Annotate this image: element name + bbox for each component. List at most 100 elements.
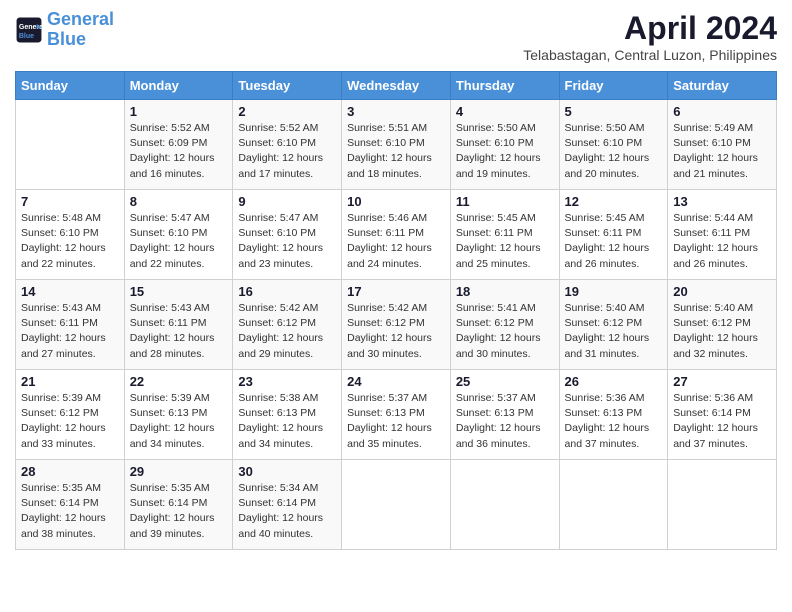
day-number: 6 (673, 104, 771, 119)
day-info: Sunrise: 5:39 AMSunset: 6:13 PMDaylight:… (130, 391, 228, 452)
logo-blue: Blue (47, 29, 86, 49)
weekday-row: SundayMondayTuesdayWednesdayThursdayFrid… (16, 72, 777, 100)
day-info: Sunrise: 5:43 AMSunset: 6:11 PMDaylight:… (21, 301, 119, 362)
calendar-cell: 2Sunrise: 5:52 AMSunset: 6:10 PMDaylight… (233, 100, 342, 190)
day-number: 24 (347, 374, 445, 389)
day-number: 26 (565, 374, 663, 389)
day-number: 2 (238, 104, 336, 119)
day-info: Sunrise: 5:36 AMSunset: 6:14 PMDaylight:… (673, 391, 771, 452)
weekday-header-friday: Friday (559, 72, 668, 100)
calendar-cell: 30 Sunrise: 5:34 AMSunset: 6:14 PMDayligh… (233, 460, 342, 550)
day-info: Sunrise: 5:41 AMSunset: 6:12 PMDaylight:… (456, 301, 554, 362)
calendar-cell: 1Sunrise: 5:52 AMSunset: 6:09 PMDaylight… (124, 100, 233, 190)
day-info: Sunrise: 5:48 AMSunset: 6:10 PMDaylight:… (21, 211, 119, 272)
calendar-week-3: 14Sunrise: 5:43 AMSunset: 6:11 PMDayligh… (16, 280, 777, 370)
logo-icon: General Blue (15, 16, 43, 44)
weekday-header-sunday: Sunday (16, 72, 125, 100)
day-info: Sunrise: 5:50 AMSunset: 6:10 PMDaylight:… (456, 121, 554, 182)
day-number: 11 (456, 194, 554, 209)
day-info: Sunrise: 5:45 AMSunset: 6:11 PMDaylight:… (456, 211, 554, 272)
calendar-cell: 28 Sunrise: 5:35 AMSunset: 6:14 PMDayligh… (16, 460, 125, 550)
day-number: 5 (565, 104, 663, 119)
calendar-week-2: 7 Sunrise: 5:48 AMSunset: 6:10 PMDaylight… (16, 190, 777, 280)
day-info: Sunrise: 5:37 AMSunset: 6:13 PMDaylight:… (347, 391, 445, 452)
calendar-cell: 9Sunrise: 5:47 AMSunset: 6:10 PMDaylight… (233, 190, 342, 280)
day-number: 25 (456, 374, 554, 389)
calendar-cell: 5 Sunrise: 5:50 AMSunset: 6:10 PMDaylight… (559, 100, 668, 190)
calendar-cell (450, 460, 559, 550)
calendar-cell: 7 Sunrise: 5:48 AMSunset: 6:10 PMDaylight… (16, 190, 125, 280)
day-info: Sunrise: 5:47 AMSunset: 6:10 PMDaylight:… (238, 211, 336, 272)
calendar-cell: 6 Sunrise: 5:49 AMSunset: 6:10 PMDaylight… (668, 100, 777, 190)
day-info: Sunrise: 5:35 AMSunset: 6:14 PMDaylight:… (21, 481, 119, 542)
day-info: Sunrise: 5:42 AMSunset: 6:12 PMDaylight:… (238, 301, 336, 362)
calendar-header: SundayMondayTuesdayWednesdayThursdayFrid… (16, 72, 777, 100)
day-number: 22 (130, 374, 228, 389)
day-number: 27 (673, 374, 771, 389)
weekday-header-saturday: Saturday (668, 72, 777, 100)
day-number: 7 (21, 194, 119, 209)
calendar-week-5: 28 Sunrise: 5:35 AMSunset: 6:14 PMDayligh… (16, 460, 777, 550)
day-number: 15 (130, 284, 228, 299)
calendar-week-1: 1Sunrise: 5:52 AMSunset: 6:09 PMDaylight… (16, 100, 777, 190)
calendar-cell: 19 Sunrise: 5:40 AMSunset: 6:12 PMDayligh… (559, 280, 668, 370)
calendar-cell: 20 Sunrise: 5:40 AMSunset: 6:12 PMDayligh… (668, 280, 777, 370)
day-number: 16 (238, 284, 336, 299)
day-info: Sunrise: 5:39 AMSunset: 6:12 PMDaylight:… (21, 391, 119, 452)
calendar-cell (668, 460, 777, 550)
day-info: Sunrise: 5:49 AMSunset: 6:10 PMDaylight:… (673, 121, 771, 182)
weekday-header-tuesday: Tuesday (233, 72, 342, 100)
day-info: Sunrise: 5:34 AMSunset: 6:14 PMDaylight:… (238, 481, 336, 542)
calendar-week-4: 21 Sunrise: 5:39 AMSunset: 6:12 PMDayligh… (16, 370, 777, 460)
weekday-header-wednesday: Wednesday (342, 72, 451, 100)
day-info: Sunrise: 5:46 AMSunset: 6:11 PMDaylight:… (347, 211, 445, 272)
calendar-cell: 3Sunrise: 5:51 AMSunset: 6:10 PMDaylight… (342, 100, 451, 190)
page-title: April 2024 (523, 10, 777, 47)
day-info: Sunrise: 5:42 AMSunset: 6:12 PMDaylight:… (347, 301, 445, 362)
day-info: Sunrise: 5:51 AMSunset: 6:10 PMDaylight:… (347, 121, 445, 182)
title-block: April 2024 Telabastagan, Central Luzon, … (523, 10, 777, 63)
day-info: Sunrise: 5:37 AMSunset: 6:13 PMDaylight:… (456, 391, 554, 452)
calendar-cell: 22 Sunrise: 5:39 AMSunset: 6:13 PMDayligh… (124, 370, 233, 460)
day-number: 21 (21, 374, 119, 389)
weekday-header-thursday: Thursday (450, 72, 559, 100)
day-number: 28 (21, 464, 119, 479)
calendar-cell (559, 460, 668, 550)
day-info: Sunrise: 5:40 AMSunset: 6:12 PMDaylight:… (565, 301, 663, 362)
calendar-cell: 10 Sunrise: 5:46 AMSunset: 6:11 PMDayligh… (342, 190, 451, 280)
calendar-cell: 4 Sunrise: 5:50 AMSunset: 6:10 PMDaylight… (450, 100, 559, 190)
day-number: 19 (565, 284, 663, 299)
page-header: General Blue General Blue April 2024 Tel… (15, 10, 777, 63)
day-number: 20 (673, 284, 771, 299)
calendar-cell: 8Sunrise: 5:47 AMSunset: 6:10 PMDaylight… (124, 190, 233, 280)
day-info: Sunrise: 5:52 AMSunset: 6:09 PMDaylight:… (130, 121, 228, 182)
calendar-cell: 15Sunrise: 5:43 AMSunset: 6:11 PMDayligh… (124, 280, 233, 370)
calendar-cell: 18Sunrise: 5:41 AMSunset: 6:12 PMDayligh… (450, 280, 559, 370)
calendar-cell: 13 Sunrise: 5:44 AMSunset: 6:11 PMDayligh… (668, 190, 777, 280)
weekday-header-monday: Monday (124, 72, 233, 100)
page-subtitle: Telabastagan, Central Luzon, Philippines (523, 47, 777, 63)
calendar-cell: 14Sunrise: 5:43 AMSunset: 6:11 PMDayligh… (16, 280, 125, 370)
day-info: Sunrise: 5:36 AMSunset: 6:13 PMDaylight:… (565, 391, 663, 452)
calendar-table: SundayMondayTuesdayWednesdayThursdayFrid… (15, 71, 777, 550)
day-info: Sunrise: 5:45 AMSunset: 6:11 PMDaylight:… (565, 211, 663, 272)
day-number: 30 (238, 464, 336, 479)
day-number: 17 (347, 284, 445, 299)
calendar-cell: 16 Sunrise: 5:42 AMSunset: 6:12 PMDayligh… (233, 280, 342, 370)
calendar-cell: 29Sunrise: 5:35 AMSunset: 6:14 PMDayligh… (124, 460, 233, 550)
day-info: Sunrise: 5:35 AMSunset: 6:14 PMDaylight:… (130, 481, 228, 542)
calendar-cell (342, 460, 451, 550)
logo-text: General Blue (47, 10, 114, 50)
day-number: 13 (673, 194, 771, 209)
calendar-cell: 26 Sunrise: 5:36 AMSunset: 6:13 PMDayligh… (559, 370, 668, 460)
day-info: Sunrise: 5:44 AMSunset: 6:11 PMDaylight:… (673, 211, 771, 272)
calendar-cell: 11 Sunrise: 5:45 AMSunset: 6:11 PMDayligh… (450, 190, 559, 280)
day-number: 10 (347, 194, 445, 209)
day-number: 4 (456, 104, 554, 119)
calendar-cell: 27 Sunrise: 5:36 AMSunset: 6:14 PMDayligh… (668, 370, 777, 460)
calendar-cell: 25 Sunrise: 5:37 AMSunset: 6:13 PMDayligh… (450, 370, 559, 460)
svg-text:Blue: Blue (19, 33, 34, 40)
day-info: Sunrise: 5:40 AMSunset: 6:12 PMDaylight:… (673, 301, 771, 362)
day-info: Sunrise: 5:50 AMSunset: 6:10 PMDaylight:… (565, 121, 663, 182)
day-info: Sunrise: 5:38 AMSunset: 6:13 PMDaylight:… (238, 391, 336, 452)
